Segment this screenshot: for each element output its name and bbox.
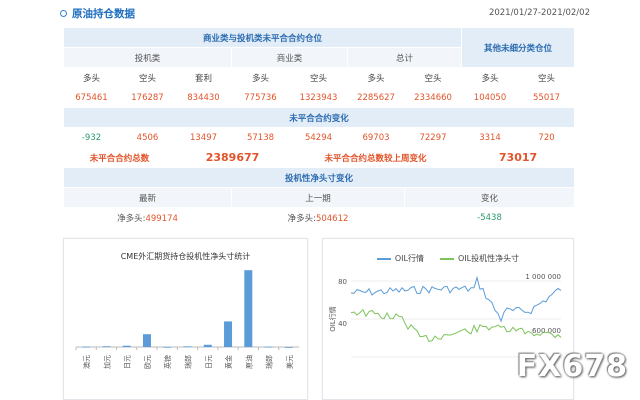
page-header: 原油持仓数据 2021/01/27-2021/02/02 bbox=[60, 0, 590, 26]
col-short: 空头 bbox=[403, 67, 463, 88]
col-long: 多头 bbox=[231, 67, 290, 88]
value-cell: 104050 bbox=[461, 87, 520, 108]
other-header: 其他未细分类仓位 bbox=[461, 27, 576, 68]
value-cell: 775736 bbox=[231, 87, 290, 108]
change-cell: 720 bbox=[518, 127, 576, 148]
tick-label: 加元 bbox=[102, 355, 111, 369]
bar bbox=[82, 346, 91, 348]
value-cell: 55017 bbox=[518, 87, 576, 108]
net-col-change: 变化 bbox=[403, 187, 576, 208]
net-col-latest: 最新 bbox=[63, 187, 232, 208]
bar bbox=[142, 334, 151, 347]
net-change: -5438 bbox=[403, 207, 576, 228]
y-tick-label: 80 bbox=[338, 278, 347, 286]
value-cell: 675461 bbox=[63, 87, 120, 108]
net-header: 投机性净头寸变化 bbox=[62, 167, 576, 188]
bar bbox=[183, 346, 192, 348]
bar-chart-panel: CME外汇期货持仓投机性净头寸统计 澳元 加元 日元 欧元 英镑 瑞郎 日元 黄金 原油 瑞郎 美元 bbox=[63, 238, 308, 400]
tick-label: 澳元 bbox=[82, 355, 91, 369]
col-long: 多头 bbox=[63, 67, 120, 88]
net-prev-label: 净多头: bbox=[287, 213, 316, 224]
net-latest-label: 净多头: bbox=[117, 213, 146, 224]
col-short: 空头 bbox=[119, 67, 176, 88]
y-axis-label: OIL行情 bbox=[328, 306, 337, 331]
tick-label: 日元 bbox=[205, 355, 213, 369]
fx678-watermark: FX678 bbox=[516, 349, 628, 384]
tick-label: 瑞郎 bbox=[184, 355, 193, 369]
net-change-value: -5438 bbox=[477, 212, 502, 223]
value-cell: 2285627 bbox=[347, 87, 405, 108]
tick-label: 美元 bbox=[285, 355, 294, 369]
value-cell: 834430 bbox=[175, 87, 232, 108]
change-header: 未平合合约变化 bbox=[62, 107, 576, 128]
change-cell: 4506 bbox=[119, 127, 176, 148]
oi-change-value: 73017 bbox=[461, 147, 576, 168]
change-cell: 57138 bbox=[231, 127, 290, 148]
col-long: 多头 bbox=[347, 67, 405, 88]
main-header: 商业类与投机类未平合合约仓位 bbox=[62, 27, 463, 48]
tick-label: 欧元 bbox=[143, 355, 152, 369]
tick-label: 原油 bbox=[244, 355, 253, 369]
change-cell: 54294 bbox=[289, 127, 348, 148]
bar-chart: 澳元 加元 日元 欧元 英镑 瑞郎 日元 黄金 原油 瑞郎 美元 bbox=[75, 270, 299, 369]
circle-icon bbox=[60, 9, 67, 17]
group-spec: 投机类 bbox=[63, 47, 232, 68]
group-comm: 商业类 bbox=[231, 47, 348, 68]
net-prev: 净多头:504612 bbox=[231, 207, 405, 228]
value-cell: 2334660 bbox=[403, 87, 463, 108]
value-cell: 176287 bbox=[119, 87, 176, 108]
change-cell: -932 bbox=[63, 127, 120, 148]
bar bbox=[264, 346, 273, 348]
bar bbox=[122, 345, 131, 347]
section-title-text: 原油持仓数据 bbox=[72, 7, 135, 20]
bar bbox=[284, 347, 293, 348]
tick-label: 英镑 bbox=[163, 355, 172, 369]
series-line-oil bbox=[350, 275, 562, 323]
col-long: 多头 bbox=[461, 67, 520, 88]
positions-table: 商业类与投机类未平合合约仓位 其他未细分类仓位 投机类 商业类 总计 多头 空头… bbox=[62, 27, 576, 228]
change-cell: 69703 bbox=[347, 127, 405, 148]
bar bbox=[102, 346, 111, 348]
date-range: 2021/01/27-2021/02/02 bbox=[488, 8, 590, 18]
oi-change-label: 未平合合约总数较上周变化 bbox=[288, 147, 463, 168]
bar bbox=[203, 344, 212, 347]
net-prev-value: 504612 bbox=[315, 213, 349, 224]
y2-tick-label: 600 000 bbox=[532, 327, 561, 335]
section-title: 原油持仓数据 bbox=[60, 6, 135, 21]
col-short: 空头 bbox=[518, 67, 576, 88]
change-cell: 3314 bbox=[461, 127, 520, 148]
oi-total-value: 2389677 bbox=[175, 147, 290, 168]
col-arb: 套利 bbox=[175, 67, 232, 88]
tick-label: 黄金 bbox=[224, 355, 233, 369]
bar bbox=[163, 346, 172, 348]
bar bbox=[224, 321, 233, 347]
series-line-net bbox=[350, 308, 562, 343]
tick-label: 瑞郎 bbox=[265, 355, 274, 369]
value-cell: 1323943 bbox=[289, 87, 348, 108]
bar bbox=[244, 270, 253, 347]
col-short: 空头 bbox=[289, 67, 348, 88]
tick-label: 日元 bbox=[124, 355, 132, 369]
change-cell: 72297 bbox=[403, 127, 463, 148]
y2-tick-label: 1 000 000 bbox=[525, 273, 561, 281]
change-cell: 13497 bbox=[175, 127, 232, 148]
y-tick-label: 40 bbox=[338, 320, 347, 328]
group-total: 总计 bbox=[346, 47, 463, 68]
net-latest: 净多头:499174 bbox=[63, 207, 232, 228]
net-latest-value: 499174 bbox=[145, 213, 178, 224]
net-col-prev: 上一期 bbox=[231, 187, 405, 208]
oi-total-label: 未平合合约总数 bbox=[63, 147, 176, 168]
